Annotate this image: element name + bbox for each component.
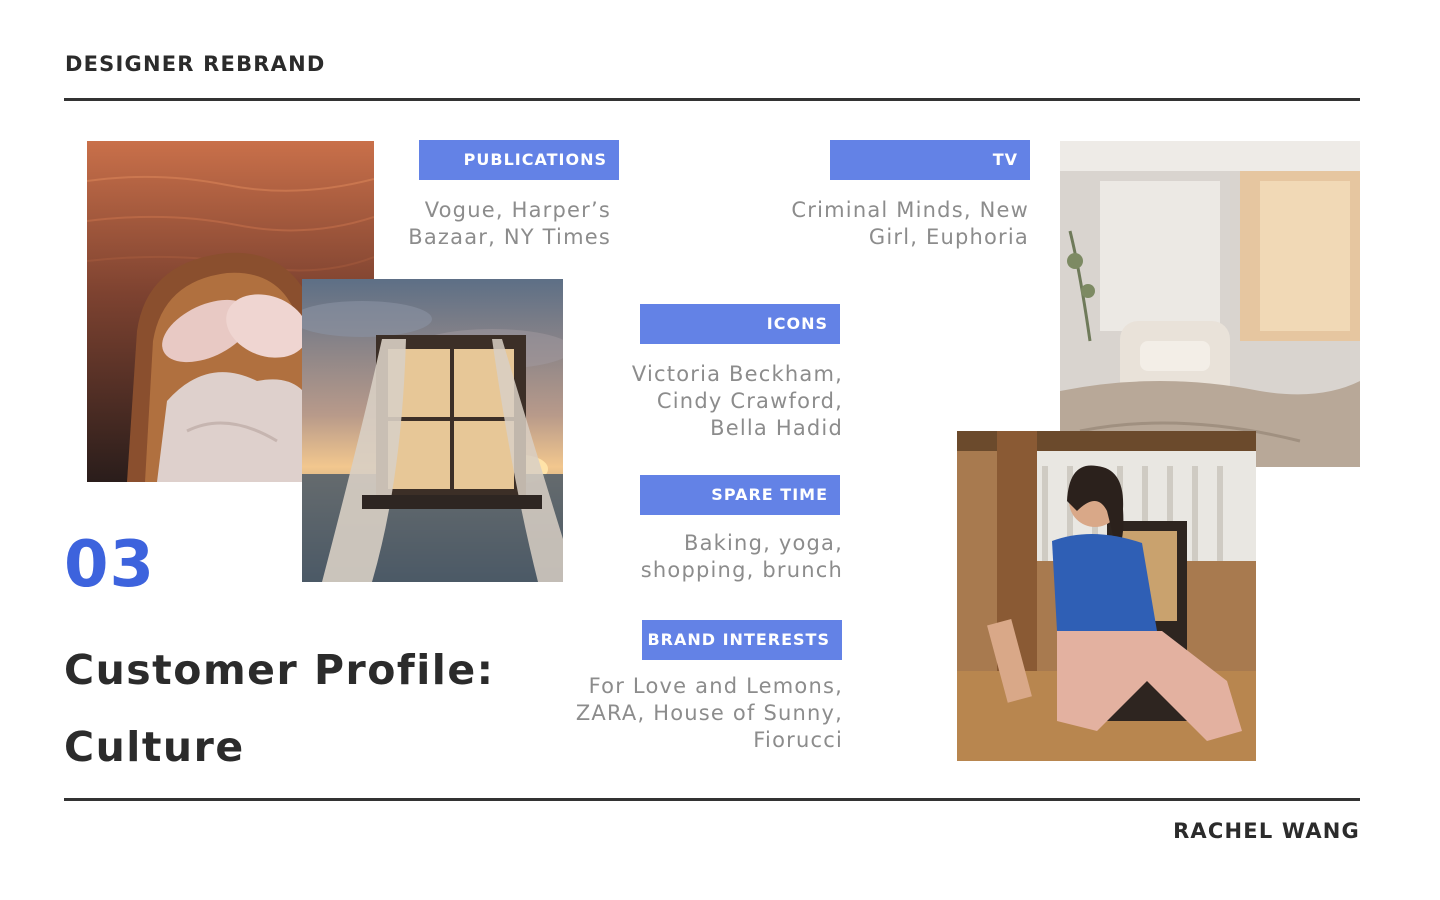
spare-time-tag: SPARE TIME — [640, 475, 840, 515]
bedroom-photo — [1060, 141, 1360, 467]
section-number: 03 — [64, 528, 156, 602]
section-title: Customer Profile: Culture — [64, 646, 495, 771]
publications-tag: PUBLICATIONS — [419, 140, 619, 180]
icons-tag: ICONS — [640, 304, 840, 344]
tv-tag: TV — [830, 140, 1030, 180]
customer-portrait-photo — [957, 431, 1256, 761]
footer-author: RACHEL WANG — [1173, 819, 1360, 843]
tv-text: Criminal Minds, New Girl, Euphoria — [791, 198, 1029, 249]
publications-text: Vogue, Harper’s Bazaar, NY Times — [408, 198, 611, 249]
icons-text: Victoria Beckham, Cindy Crawford, Bella … — [631, 362, 843, 440]
header-title: DESIGNER REBRAND — [65, 52, 326, 76]
brand-interests-tag: BRAND INTERESTS — [642, 620, 842, 660]
window-seascape-photo — [302, 279, 563, 582]
bottom-divider — [64, 798, 1360, 801]
top-divider — [64, 98, 1360, 101]
brand-interests-text: For Love and Lemons, ZARA, House of Sunn… — [575, 674, 843, 752]
spare-time-text: Baking, yoga, shopping, brunch — [640, 531, 843, 582]
